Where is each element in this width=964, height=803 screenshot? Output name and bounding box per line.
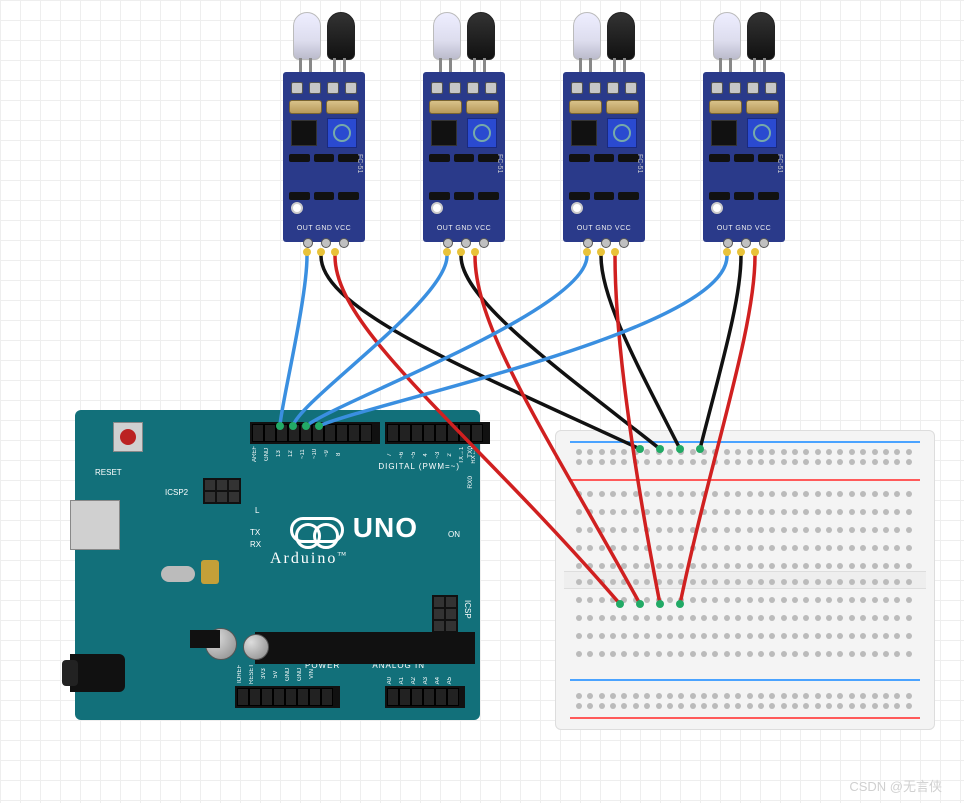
digital-header-left[interactable]	[250, 422, 380, 444]
ir-receiver-led-icon	[467, 12, 495, 60]
comparator-ic	[291, 120, 317, 146]
crystal-oscillator	[161, 566, 195, 582]
arduino-brand-text: Arduino™	[270, 550, 348, 568]
mounting-hole-icon	[711, 202, 723, 214]
usb-port[interactable]	[70, 500, 120, 550]
ir-sensor-pcb: FC-51 OUT GND VCC	[703, 72, 785, 242]
breadboard-bottom-rail-holes[interactable]	[576, 693, 914, 711]
reset-label: RESET	[95, 468, 122, 477]
wire-out-sensor2	[293, 256, 447, 426]
ir-pin-labels: OUT GND VCC	[423, 225, 505, 232]
icsp-header[interactable]	[432, 595, 458, 633]
arduino-uno-board: RESET ICSP2 ICSP AREFGND 1312 ~11~10 ~98…	[75, 410, 480, 720]
led-rx-label: RX	[250, 540, 261, 549]
barrel-jack[interactable]	[70, 654, 125, 692]
ir-pin-labels: OUT GND VCC	[283, 225, 365, 232]
led-tx-label: TX	[250, 528, 260, 537]
icsp2-label: ICSP2	[165, 488, 188, 497]
digital-pin-labels-left: AREFGND 1312 ~11~10 ~98	[252, 446, 348, 462]
wire-out-sensor1	[280, 256, 307, 426]
ir-sensor-pcb: FC-51 OUT GND VCC	[283, 72, 365, 242]
capacitor-2	[243, 634, 269, 660]
tx0-label: TX0	[467, 446, 474, 458]
ir-emitter-led-icon	[713, 12, 741, 60]
analog-header[interactable]	[385, 686, 465, 708]
atmega-mcu	[255, 632, 475, 664]
reset-button[interactable]	[113, 422, 143, 452]
digital-header-right[interactable]	[385, 422, 490, 444]
breadboard-top-pos-rail	[570, 479, 920, 481]
arduino-logo: UNO	[290, 512, 418, 544]
ir-sensor-module-2: FC-51 OUT GND VCC	[423, 12, 505, 242]
ir-pin-labels: OUT GND VCC	[703, 225, 785, 232]
ir-emitter-led-icon	[433, 12, 461, 60]
icsp2-header[interactable]	[203, 478, 241, 504]
mounting-hole-icon	[431, 202, 443, 214]
breadboard-lower-terminal-holes[interactable]	[576, 579, 914, 669]
wire-gnd-sensor2	[461, 256, 660, 449]
breadboard-upper-terminal-holes[interactable]	[576, 491, 914, 581]
ir-pin-header[interactable]	[303, 238, 349, 248]
sensitivity-potentiometer[interactable]	[747, 118, 777, 148]
ir-emitter-led-icon	[573, 12, 601, 60]
ir-model-label: FC-51	[776, 154, 783, 173]
led-l-label: L	[255, 506, 259, 515]
ir-model-label: FC-51	[356, 154, 363, 173]
wire-out-sensor4	[319, 256, 727, 426]
mounting-hole-icon	[571, 202, 583, 214]
wire-gnd-sensor3	[601, 256, 680, 449]
icsp-label: ICSP	[463, 600, 472, 619]
sensitivity-potentiometer[interactable]	[327, 118, 357, 148]
ir-sensor-module-1: FC-51 OUT GND VCC	[283, 12, 365, 242]
ir-sensor-module-3: FC-51 OUT GND VCC	[563, 12, 645, 242]
comparator-ic	[711, 120, 737, 146]
wire-out-sensor3	[306, 256, 587, 426]
breadboard-bottom-neg-rail	[570, 679, 920, 681]
ir-pin-header[interactable]	[443, 238, 489, 248]
power-header[interactable]	[235, 686, 340, 708]
ir-receiver-led-icon	[327, 12, 355, 60]
sensitivity-potentiometer[interactable]	[607, 118, 637, 148]
ir-sensor-module-4: FC-51 OUT GND VCC	[703, 12, 785, 242]
ir-model-label: FC-51	[496, 154, 503, 173]
ir-receiver-led-icon	[747, 12, 775, 60]
ir-emitter-led-icon	[293, 12, 321, 60]
sensitivity-potentiometer[interactable]	[467, 118, 497, 148]
mounting-hole-icon	[291, 202, 303, 214]
ir-sensor-pcb: FC-51 OUT GND VCC	[563, 72, 645, 242]
digital-section-label: DIGITAL (PWM=~)	[378, 462, 460, 471]
ir-pin-header[interactable]	[723, 238, 769, 248]
ir-receiver-led-icon	[607, 12, 635, 60]
voltage-regulator	[190, 630, 220, 648]
wire-gnd-sensor4	[700, 256, 741, 449]
breadboard-bottom-pos-rail	[570, 717, 920, 719]
breadboard[interactable]	[555, 430, 935, 730]
polyfuse	[201, 560, 219, 584]
ir-pin-header[interactable]	[583, 238, 629, 248]
led-on-label: ON	[448, 530, 460, 539]
ir-model-label: FC-51	[636, 154, 643, 173]
comparator-ic	[431, 120, 457, 146]
breadboard-top-neg-rail	[570, 441, 920, 443]
breadboard-top-rail-holes[interactable]	[576, 449, 914, 467]
comparator-ic	[571, 120, 597, 146]
ir-pin-labels: OUT GND VCC	[563, 225, 645, 232]
ir-sensor-pcb: FC-51 OUT GND VCC	[423, 72, 505, 242]
analog-pin-labels: A0A1 A2A3 A4A5	[387, 677, 459, 684]
rx0-label: RX0	[467, 476, 474, 489]
watermark-text: CSDN @无言侠	[849, 776, 942, 795]
